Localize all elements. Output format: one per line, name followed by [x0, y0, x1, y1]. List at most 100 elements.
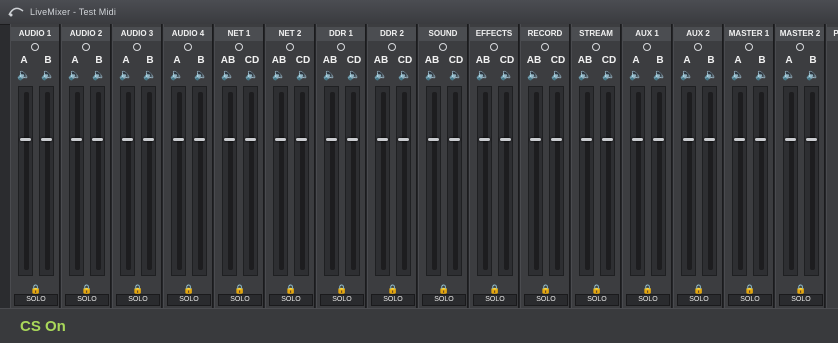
fader-handle[interactable] — [683, 138, 694, 141]
knob-icon[interactable] — [31, 43, 39, 51]
speaker-icon[interactable]: 🔈 — [728, 68, 748, 81]
fader-handle[interactable] — [194, 138, 205, 141]
knob-icon[interactable] — [541, 43, 549, 51]
bus-left-label[interactable]: AB — [320, 55, 340, 66]
fader-handle[interactable] — [173, 138, 184, 141]
fader-handle[interactable] — [704, 138, 715, 141]
fader-handle[interactable] — [785, 138, 796, 141]
bus-right-label[interactable]: CD — [293, 55, 313, 66]
knob-icon[interactable] — [643, 43, 651, 51]
bus-left-label[interactable]: A — [677, 55, 697, 66]
bus-left-label[interactable]: AB — [473, 55, 493, 66]
bus-right-label[interactable]: B — [803, 55, 823, 66]
speaker-icon[interactable]: 🔈 — [473, 68, 493, 81]
solo-button[interactable]: SOLO — [473, 294, 517, 306]
lock-icon[interactable]: 🔒 — [744, 284, 755, 294]
bus-right-label[interactable]: B — [140, 55, 160, 66]
bus-left-label[interactable]: AB — [422, 55, 442, 66]
fader-handle[interactable] — [806, 138, 817, 141]
lock-icon[interactable]: 🔒 — [30, 284, 41, 294]
bus-right-label[interactable]: B — [191, 55, 211, 66]
solo-button[interactable]: SOLO — [524, 294, 568, 306]
fader-handle[interactable] — [428, 138, 439, 141]
speaker-icon[interactable]: 🔈 — [14, 68, 34, 81]
lock-icon[interactable]: 🔒 — [591, 284, 602, 294]
speaker-icon[interactable]: 🔈 — [803, 68, 823, 81]
knob-icon[interactable] — [592, 43, 600, 51]
bus-right-label[interactable]: CD — [344, 55, 364, 66]
bus-right-label[interactable]: B — [38, 55, 58, 66]
speaker-icon[interactable]: 🔈 — [371, 68, 391, 81]
knob-icon[interactable] — [286, 43, 294, 51]
knob-icon[interactable] — [439, 43, 447, 51]
speaker-icon[interactable]: 🔈 — [269, 68, 289, 81]
fader-handle[interactable] — [20, 138, 31, 141]
bus-left-label[interactable]: AB — [371, 55, 391, 66]
lock-icon[interactable]: 🔒 — [387, 284, 398, 294]
fader-handle[interactable] — [326, 138, 337, 141]
fader-handle[interactable] — [224, 138, 235, 141]
bus-left-label[interactable]: A — [626, 55, 646, 66]
speaker-icon[interactable]: 🔈 — [344, 68, 364, 81]
solo-button[interactable]: SOLO — [422, 294, 466, 306]
bus-right-label[interactable]: B — [650, 55, 670, 66]
bus-left-label[interactable]: AB — [575, 55, 595, 66]
fader-handle[interactable] — [71, 138, 82, 141]
bus-left-label[interactable]: AB — [269, 55, 289, 66]
knob-icon[interactable] — [82, 43, 90, 51]
speaker-icon[interactable]: 🔈 — [65, 68, 85, 81]
fader-handle[interactable] — [398, 138, 409, 141]
solo-button[interactable]: SOLO — [167, 294, 211, 306]
fader-handle[interactable] — [551, 138, 562, 141]
lock-icon[interactable]: 🔒 — [183, 284, 194, 294]
bus-left-label[interactable]: A — [779, 55, 799, 66]
bus-right-label[interactable]: CD — [395, 55, 415, 66]
lock-icon[interactable]: 🔒 — [489, 284, 500, 294]
fader-handle[interactable] — [653, 138, 664, 141]
speaker-icon[interactable]: 🔈 — [497, 68, 517, 81]
lock-icon[interactable]: 🔒 — [540, 284, 551, 294]
knob-icon[interactable] — [235, 43, 243, 51]
speaker-icon[interactable]: 🔈 — [89, 68, 109, 81]
fader-handle[interactable] — [755, 138, 766, 141]
speaker-icon[interactable]: 🔈 — [242, 68, 262, 81]
knob-icon[interactable] — [796, 43, 804, 51]
fader-handle[interactable] — [347, 138, 358, 141]
fader-handle[interactable] — [92, 138, 103, 141]
bus-right-label[interactable]: CD — [242, 55, 262, 66]
speaker-icon[interactable]: 🔈 — [167, 68, 187, 81]
bus-right-label[interactable]: B — [701, 55, 721, 66]
fader-handle[interactable] — [500, 138, 511, 141]
fader-handle[interactable] — [632, 138, 643, 141]
speaker-icon[interactable]: 🔈 — [116, 68, 136, 81]
speaker-icon[interactable]: 🔈 — [191, 68, 211, 81]
solo-button[interactable]: SOLO — [626, 294, 670, 306]
fader-handle[interactable] — [377, 138, 388, 141]
solo-button[interactable]: SOLO — [575, 294, 619, 306]
bus-right-label[interactable]: CD — [548, 55, 568, 66]
bus-left-label[interactable]: AB — [524, 55, 544, 66]
solo-button[interactable]: SOLO — [116, 294, 160, 306]
speaker-icon[interactable]: 🔈 — [446, 68, 466, 81]
speaker-icon[interactable]: 🔈 — [677, 68, 697, 81]
speaker-icon[interactable]: 🔈 — [38, 68, 58, 81]
fader-handle[interactable] — [602, 138, 613, 141]
bus-right-label[interactable]: CD — [599, 55, 619, 66]
solo-button[interactable]: SOLO — [728, 294, 772, 306]
speaker-icon[interactable]: 🔈 — [422, 68, 442, 81]
solo-button[interactable]: SOLO — [65, 294, 109, 306]
speaker-icon[interactable]: 🔈 — [575, 68, 595, 81]
bus-left-label[interactable]: A — [116, 55, 136, 66]
lock-icon[interactable]: 🔒 — [234, 284, 245, 294]
solo-button[interactable]: SOLO — [677, 294, 721, 306]
lock-icon[interactable]: 🔒 — [642, 284, 653, 294]
solo-button[interactable]: SOLO — [218, 294, 262, 306]
speaker-icon[interactable]: 🔈 — [548, 68, 568, 81]
bus-left-label[interactable]: A — [14, 55, 34, 66]
knob-icon[interactable] — [490, 43, 498, 51]
bus-right-label[interactable]: CD — [497, 55, 517, 66]
speaker-icon[interactable]: 🔈 — [752, 68, 772, 81]
solo-button[interactable]: SOLO — [779, 294, 823, 306]
solo-button[interactable]: SOLO — [371, 294, 415, 306]
knob-icon[interactable] — [184, 43, 192, 51]
